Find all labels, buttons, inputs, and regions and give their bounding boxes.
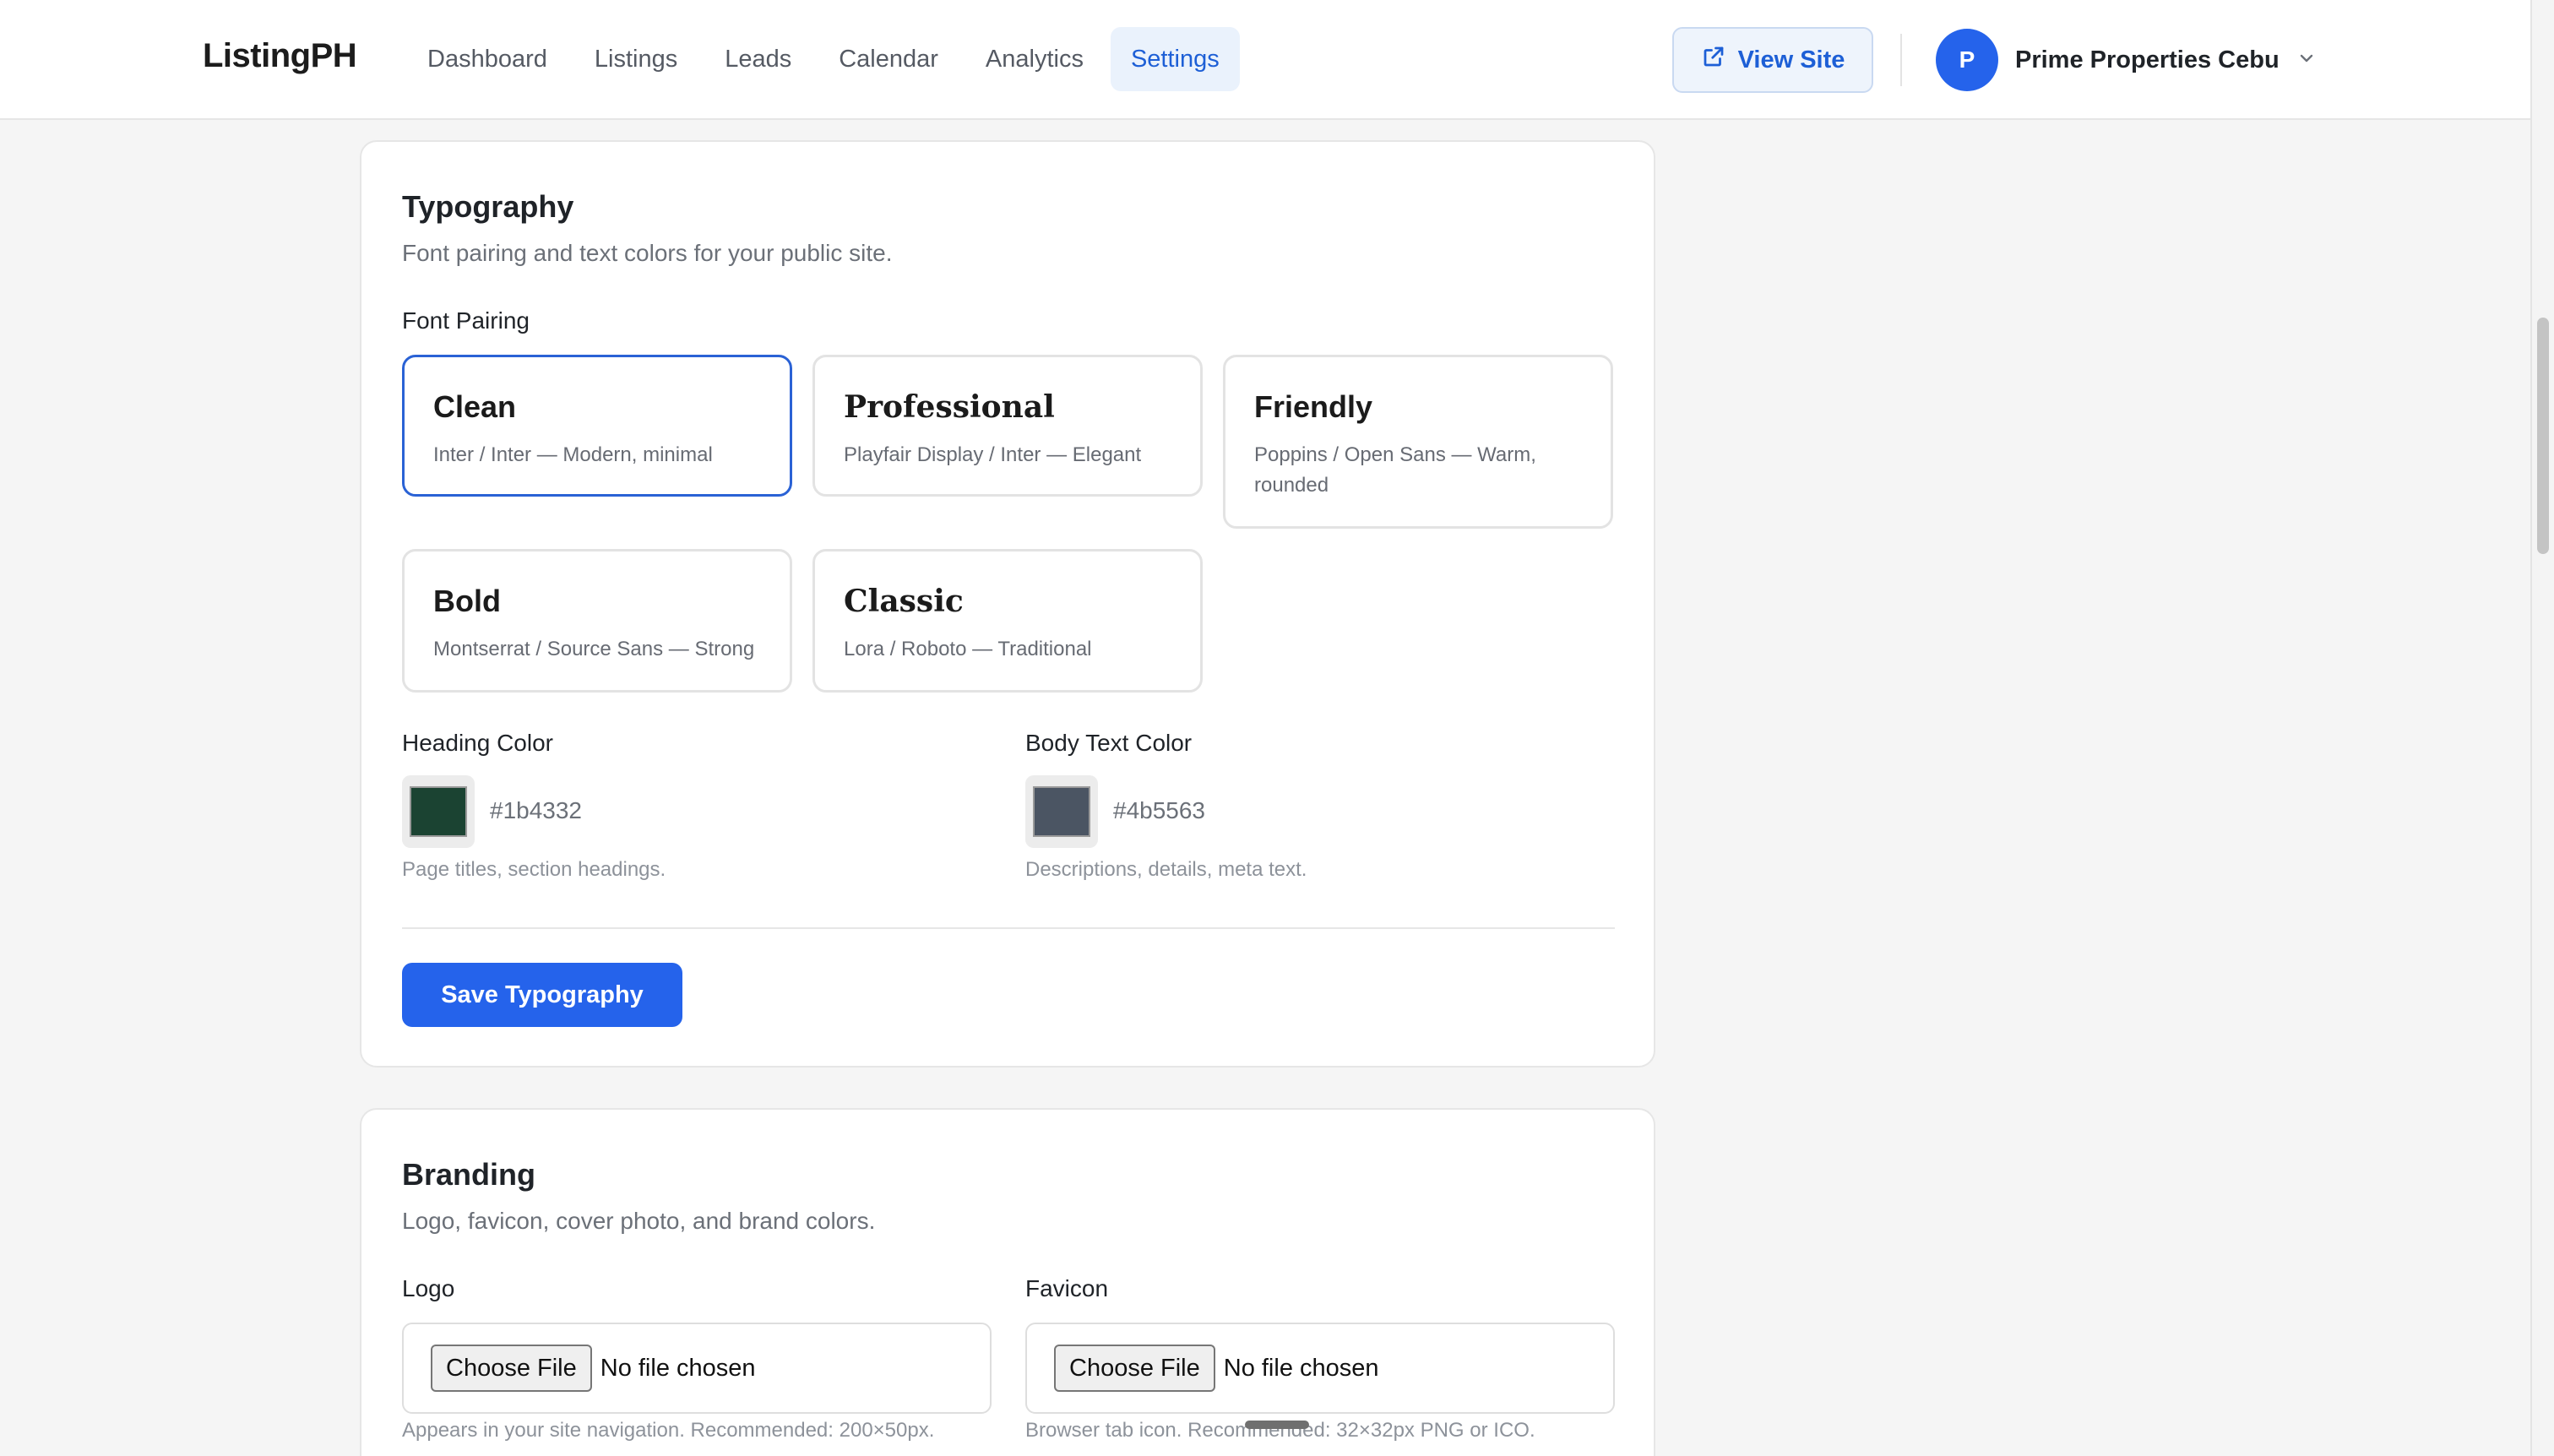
heading-color-picker[interactable] [402,775,475,848]
font-option-friendly[interactable]: Friendly Poppins / Open Sans — Warm, rou… [1223,355,1613,529]
favicon-file-input: Choose File No file chosen [1025,1323,1615,1414]
body-color-hint: Descriptions, details, meta text. [1025,858,1307,881]
scroll-indicator [1245,1421,1309,1429]
scrollbar-thumb[interactable] [2537,318,2549,554]
external-link-icon [1701,44,1726,76]
logo-choose-file-button[interactable]: Choose File [431,1345,592,1392]
section-divider [402,927,1615,929]
font-option-desc: Poppins / Open Sans — Warm, rounded [1254,443,1536,497]
header-divider [1900,34,1902,86]
logo-hint: Appears in your site navigation. Recomme… [402,1419,935,1442]
logo-file-input: Choose File No file chosen [402,1323,992,1414]
save-typography-button[interactable]: Save Typography [402,963,682,1027]
body-color-swatch [1033,786,1090,837]
top-navigation-bar: ListingPH Dashboard Listings Leads Calen… [0,0,2530,120]
nav-item-listings[interactable]: Listings [574,27,698,91]
heading-color-label: Heading Color [402,730,553,756]
font-option-desc: Montserrat / Source Sans — Strong [433,638,755,660]
heading-color-swatch [410,786,467,837]
heading-color-hint: Page titles, section headings. [402,858,666,881]
typography-card: Typography Font pairing and text colors … [360,140,1655,1068]
body-color-value[interactable]: #4b5563 [1113,797,1205,824]
body-color-picker[interactable] [1025,775,1098,848]
heading-color-value[interactable]: #1b4332 [490,797,582,824]
font-option-bold[interactable]: Bold Montserrat / Source Sans — Strong [402,549,792,693]
view-site-label: View Site [1737,46,1845,73]
logo-label: Logo [402,1275,455,1301]
nav-item-analytics[interactable]: Analytics [965,27,1104,91]
favicon-choose-file-button[interactable]: Choose File [1054,1345,1215,1392]
page-scrollbar[interactable] [2530,0,2554,1456]
font-option-name: Bold [433,584,501,618]
font-option-desc: Inter / Inter — Modern, minimal [433,443,713,466]
nav-item-calendar[interactable]: Calendar [818,27,959,91]
body-color-label: Body Text Color [1025,730,1193,756]
font-option-desc: Playfair Display / Inter — Elegant [844,443,1142,466]
favicon-label: Favicon [1025,1275,1109,1301]
font-option-name: Clean [433,389,517,424]
branding-card: Branding Logo, favicon, cover photo, and… [360,1108,1655,1456]
main-nav: Dashboard Listings Leads Calendar Analyt… [407,27,1240,91]
account-menu[interactable]: P Prime Properties Cebu [1936,29,2317,91]
font-option-name: Classic [844,584,964,619]
font-option-name: Friendly [1254,389,1373,424]
typography-subtitle: Font pairing and text colors for your pu… [402,240,893,266]
font-pairing-label: Font Pairing [402,307,530,334]
account-name: Prime Properties Cebu [2015,46,2280,73]
nav-item-leads[interactable]: Leads [704,27,812,91]
typography-title: Typography [402,189,574,224]
nav-item-settings[interactable]: Settings [1110,27,1240,91]
brand-logo-text[interactable]: ListingPH [203,37,357,75]
branding-title: Branding [402,1157,535,1192]
branding-subtitle: Logo, favicon, cover photo, and brand co… [402,1208,876,1234]
chevron-down-icon [2296,48,2317,73]
nav-item-dashboard[interactable]: Dashboard [407,27,568,91]
font-option-desc: Lora / Roboto — Traditional [844,638,1092,660]
font-option-professional[interactable]: Professional Playfair Display / Inter — … [812,355,1203,497]
favicon-file-status: No file chosen [1223,1354,1379,1382]
avatar: P [1936,29,1998,91]
font-option-clean[interactable]: Clean Inter / Inter — Modern, minimal [402,355,792,497]
font-option-name: Professional [844,389,1055,425]
font-option-classic[interactable]: Classic Lora / Roboto — Traditional [812,549,1203,693]
view-site-button[interactable]: View Site [1672,27,1873,93]
logo-file-status: No file chosen [600,1354,756,1382]
